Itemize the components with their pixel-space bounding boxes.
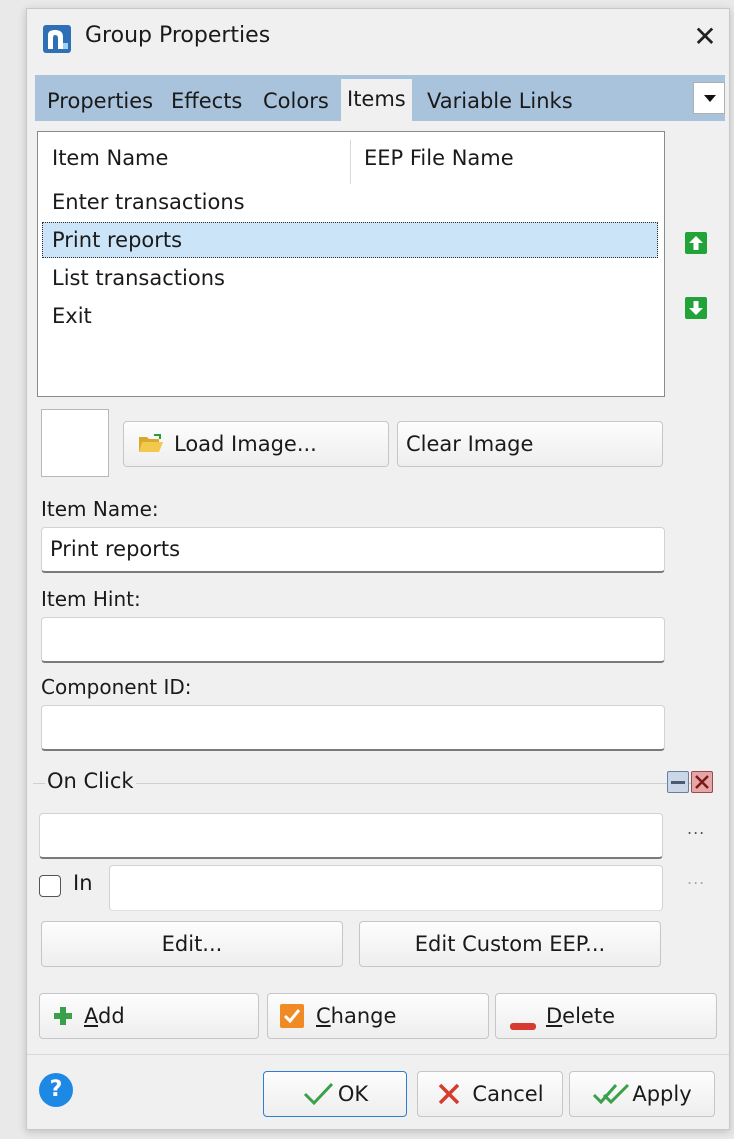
move-up-icon[interactable] <box>685 232 707 254</box>
component-id-field[interactable] <box>41 705 665 751</box>
edit-button[interactable]: Edit... <box>41 921 343 967</box>
tab-properties[interactable]: Properties <box>41 81 159 121</box>
in-browse-button[interactable]: ... <box>687 869 705 888</box>
move-down-icon[interactable] <box>685 297 707 319</box>
in-field[interactable] <box>109 865 663 911</box>
column-header-item-name[interactable]: Item Name <box>52 146 168 170</box>
close-icon[interactable]: ✕ <box>691 21 719 53</box>
list-item-selected[interactable]: Print reports <box>42 222 658 258</box>
component-id-label: Component ID: <box>41 675 192 699</box>
footer-separator <box>27 1054 729 1055</box>
tab-effects[interactable]: Effects <box>165 81 248 121</box>
on-click-field[interactable] <box>39 813 663 859</box>
column-separator[interactable] <box>350 140 351 184</box>
delete-button[interactable]: Delete <box>495 993 717 1039</box>
list-item[interactable]: Enter transactions <box>42 184 658 220</box>
title-bar: Group Properties ✕ <box>27 9 729 69</box>
in-checkbox-label: In <box>73 871 93 895</box>
change-label: Change <box>316 1004 397 1028</box>
change-button[interactable]: Change <box>267 993 489 1039</box>
tab-bar: Properties Effects Colors Items Variable… <box>35 75 725 121</box>
on-click-group-label: On Click <box>45 769 136 793</box>
folder-open-icon <box>138 433 164 455</box>
column-header-eep-file-name[interactable]: EEP File Name <box>364 146 514 170</box>
edit-custom-eep-button[interactable]: Edit Custom EEP... <box>359 921 661 967</box>
group-properties-dialog: Group Properties ✕ Properties Effects Co… <box>26 8 730 1130</box>
in-checkbox[interactable] <box>39 875 61 897</box>
apply-button[interactable]: Apply <box>569 1071 715 1117</box>
load-image-label: Load Image... <box>174 432 317 456</box>
cancel-x-icon <box>436 1081 462 1107</box>
window-title: Group Properties <box>85 23 271 48</box>
apply-double-check-icon <box>592 1081 630 1107</box>
item-list[interactable]: Item Name EEP File Name Enter transactio… <box>37 131 665 397</box>
help-icon[interactable]: ? <box>39 1073 73 1107</box>
list-item[interactable]: Exit <box>42 298 658 334</box>
app-logo-icon <box>43 25 71 53</box>
ok-button[interactable]: OK <box>263 1071 407 1117</box>
cancel-label: Cancel <box>472 1082 544 1106</box>
item-hint-field[interactable] <box>41 617 665 663</box>
tab-overflow-dropdown[interactable] <box>693 82 725 114</box>
cancel-button[interactable]: Cancel <box>417 1071 563 1117</box>
minus-icon <box>510 1012 536 1030</box>
item-name-label: Item Name: <box>41 497 159 521</box>
ok-label: OK <box>337 1082 369 1106</box>
tab-variable-links[interactable]: Variable Links <box>421 81 579 121</box>
clear-image-button[interactable]: Clear Image <box>397 421 663 467</box>
item-hint-label: Item Hint: <box>41 587 141 611</box>
ok-check-icon <box>302 1081 334 1107</box>
add-button[interactable]: Add <box>39 993 259 1039</box>
apply-label: Apply <box>632 1082 692 1106</box>
delete-label: Delete <box>546 1004 615 1028</box>
clear-x-icon[interactable] <box>691 771 713 793</box>
item-image-preview <box>41 409 109 477</box>
plus-icon <box>52 1005 74 1027</box>
minimize-icon[interactable] <box>667 771 689 793</box>
item-name-field[interactable]: Print reports <box>41 527 665 573</box>
list-item[interactable]: List transactions <box>42 260 658 296</box>
tab-items[interactable]: Items <box>341 79 412 121</box>
checkmark-icon <box>280 1004 304 1028</box>
add-label: Add <box>84 1004 125 1028</box>
tab-colors[interactable]: Colors <box>257 81 335 121</box>
load-image-button[interactable]: Load Image... <box>123 421 389 467</box>
on-click-browse-button[interactable]: ... <box>687 819 705 838</box>
